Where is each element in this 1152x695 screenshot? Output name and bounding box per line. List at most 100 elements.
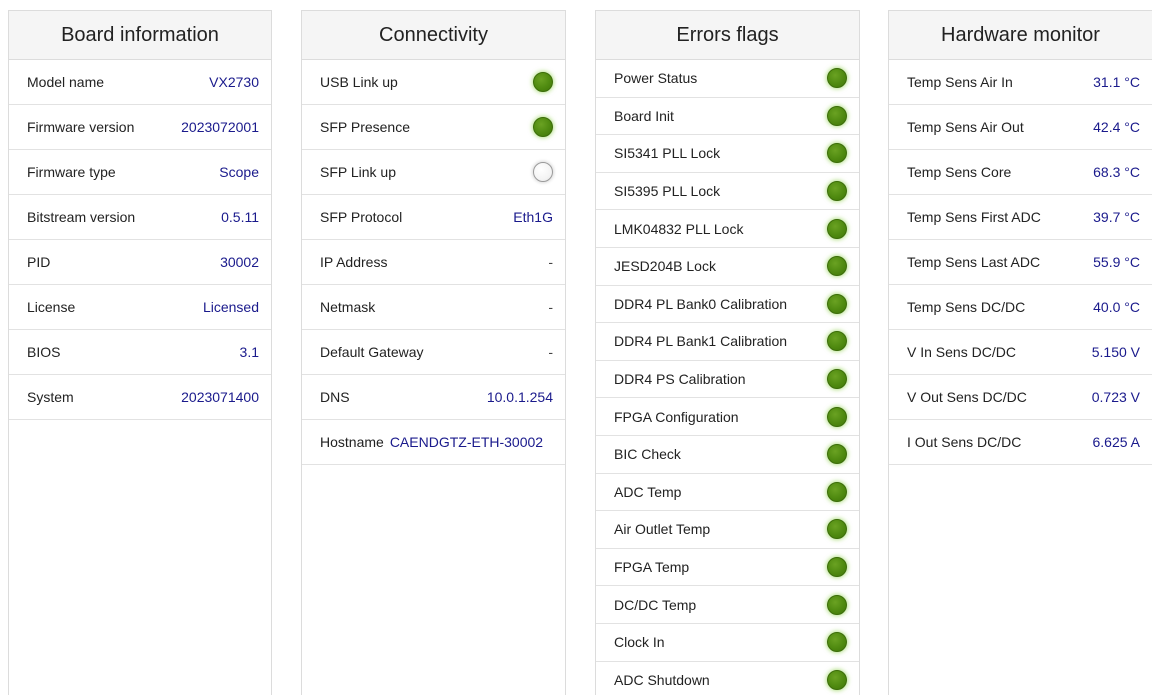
- panel-title: Board information: [9, 11, 271, 60]
- hw-row-temp-air-out: Temp Sens Air Out 42.4 °C: [889, 105, 1152, 150]
- row-value: 39.7 °C: [1093, 209, 1140, 225]
- connectivity-row-ip-address: IP Address -: [302, 240, 565, 285]
- connectivity-row-hostname: Hostname CAENDGTZ-ETH-30002: [302, 420, 565, 465]
- hw-row-temp-dcdc: Temp Sens DC/DC 40.0 °C: [889, 285, 1152, 330]
- row-label: Bitstream version: [27, 209, 136, 225]
- row-value: 30002: [220, 254, 259, 270]
- row-label: System: [27, 389, 74, 405]
- hw-row-i-out-dcdc: I Out Sens DC/DC 6.625 A: [889, 420, 1152, 465]
- row-value: VX2730: [209, 74, 259, 90]
- row-value: 31.1 °C: [1093, 74, 1140, 90]
- row-label: SFP Protocol: [320, 209, 403, 225]
- row-label: V In Sens DC/DC: [907, 344, 1016, 360]
- error-row-si5341-pll-lock: SI5341 PLL Lock: [596, 135, 859, 173]
- row-label: BIOS: [27, 344, 61, 360]
- row-label: Temp Sens Air In: [907, 74, 1013, 90]
- status-led-icon: [533, 162, 553, 182]
- row-value: 0.723 V: [1091, 389, 1140, 405]
- row-label: V Out Sens DC/DC: [907, 389, 1027, 405]
- row-label: Temp Sens DC/DC: [907, 299, 1026, 315]
- status-led-icon: [827, 256, 847, 277]
- status-led-icon: [827, 218, 847, 239]
- row-label: DC/DC Temp: [614, 596, 697, 613]
- connectivity-row-dns: DNS 10.0.1.254: [302, 375, 565, 420]
- panel-title: Hardware monitor: [889, 11, 1152, 60]
- error-row-air-outlet-temp: Air Outlet Temp: [596, 511, 859, 549]
- board-row-pid: PID 30002: [9, 240, 271, 285]
- status-led-icon: [827, 669, 847, 690]
- hw-row-temp-first-adc: Temp Sens First ADC 39.7 °C: [889, 195, 1152, 240]
- board-row-firmware-type: Firmware type Scope: [9, 150, 271, 195]
- row-value: Licensed: [202, 299, 259, 315]
- panel-title: Connectivity: [302, 11, 565, 60]
- row-value: 2023071400: [181, 389, 259, 405]
- errors-flags-panel: Errors flags Power Status Board Init SI5…: [595, 10, 860, 695]
- row-label: DDR4 PS Calibration: [614, 371, 746, 388]
- error-row-adc-temp: ADC Temp: [596, 474, 859, 512]
- hw-row-v-in-dcdc: V In Sens DC/DC 5.150 V: [889, 330, 1152, 375]
- row-label: FPGA Temp: [614, 559, 690, 576]
- row-label: Hostname: [320, 434, 384, 450]
- row-label: DDR4 PL Bank0 Calibration: [614, 295, 788, 312]
- row-value: CAENDGTZ-ETH-30002: [389, 434, 544, 450]
- board-row-bitstream-version: Bitstream version 0.5.11: [9, 195, 271, 240]
- row-label: Netmask: [320, 299, 376, 315]
- row-value: 42.4 °C: [1093, 119, 1140, 135]
- connectivity-row-sfp-protocol: SFP Protocol Eth1G: [302, 195, 565, 240]
- row-label: SI5395 PLL Lock: [614, 183, 721, 200]
- row-label: SI5341 PLL Lock: [614, 145, 721, 162]
- row-label: Firmware version: [27, 119, 135, 135]
- row-label: LMK04832 PLL Lock: [614, 220, 744, 237]
- status-led-icon: [827, 105, 847, 126]
- row-value: 6.625 A: [1092, 434, 1141, 450]
- status-led-icon: [827, 594, 847, 615]
- row-value: 55.9 °C: [1093, 254, 1140, 270]
- board-row-license: License Licensed: [9, 285, 271, 330]
- row-value: 5.150 V: [1091, 344, 1140, 360]
- error-row-ddr4-pl-bank0-calibration: DDR4 PL Bank0 Calibration: [596, 286, 859, 324]
- board-information-panel: Board information Model name VX2730 Firm…: [8, 10, 272, 695]
- row-label: BIC Check: [614, 446, 681, 463]
- row-label: Clock In: [614, 634, 665, 651]
- status-led-icon: [533, 72, 553, 92]
- status-led-icon: [827, 293, 847, 314]
- hw-row-temp-last-adc: Temp Sens Last ADC 55.9 °C: [889, 240, 1152, 285]
- error-row-adc-shutdown: ADC Shutdown: [596, 662, 859, 695]
- error-row-dcdc-temp: DC/DC Temp: [596, 586, 859, 624]
- connectivity-panel: Connectivity USB Link up SFP Presence SF…: [301, 10, 566, 695]
- row-label: Air Outlet Temp: [614, 521, 711, 538]
- row-label: Temp Sens Air Out: [907, 119, 1024, 135]
- row-label: JESD204B Lock: [614, 258, 716, 275]
- error-row-clock-in: Clock In: [596, 624, 859, 662]
- status-led-icon: [827, 369, 847, 390]
- status-led-icon: [533, 117, 553, 137]
- row-label: Board Init: [614, 107, 674, 124]
- status-led-icon: [827, 143, 847, 164]
- board-row-system: System 2023071400: [9, 375, 271, 420]
- error-row-ddr4-ps-calibration: DDR4 PS Calibration: [596, 361, 859, 399]
- status-led-icon: [827, 444, 847, 465]
- row-value: Scope: [219, 164, 259, 180]
- hw-row-temp-core: Temp Sens Core 68.3 °C: [889, 150, 1152, 195]
- row-label: ADC Shutdown: [614, 671, 710, 688]
- status-led-icon: [827, 557, 847, 578]
- row-value: 10.0.1.254: [486, 389, 553, 405]
- row-label: Temp Sens First ADC: [907, 209, 1041, 225]
- row-value: 3.1: [239, 344, 259, 360]
- status-led-icon: [827, 481, 847, 502]
- connectivity-row-sfp-link-up: SFP Link up: [302, 150, 565, 195]
- row-label: Power Status: [614, 70, 698, 87]
- error-row-lmk04832-pll-lock: LMK04832 PLL Lock: [596, 210, 859, 248]
- row-label: Temp Sens Last ADC: [907, 254, 1041, 270]
- row-label: Firmware type: [27, 164, 116, 180]
- connectivity-row-default-gateway: Default Gateway -: [302, 330, 565, 375]
- hw-row-v-out-dcdc: V Out Sens DC/DC 0.723 V: [889, 375, 1152, 420]
- row-value: 2023072001: [181, 119, 259, 135]
- hardware-monitor-panel: Hardware monitor Temp Sens Air In 31.1 °…: [888, 10, 1152, 695]
- error-row-fpga-configuration: FPGA Configuration: [596, 398, 859, 436]
- board-row-model-name: Model name VX2730: [9, 60, 271, 105]
- row-value: -: [548, 299, 553, 315]
- panel-title: Errors flags: [596, 11, 859, 60]
- row-value: -: [548, 254, 553, 270]
- row-value: 40.0 °C: [1093, 299, 1140, 315]
